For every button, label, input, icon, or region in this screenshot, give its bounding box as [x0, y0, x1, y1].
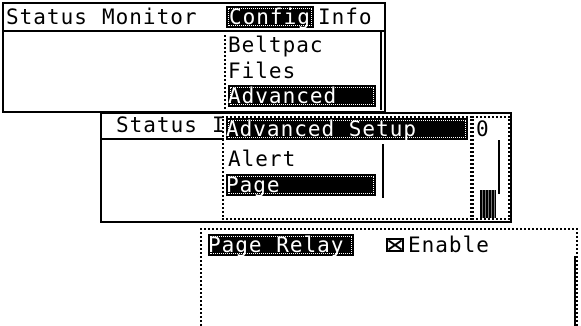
submenu-item-alert[interactable]: Alert — [228, 148, 296, 170]
panel-right-edge — [574, 256, 576, 326]
dropdown-scroll-edge — [380, 30, 382, 110]
side-value: 0 — [476, 117, 490, 141]
dropdown-item-advanced[interactable]: Advanced — [228, 85, 376, 107]
menu-monitor[interactable]: Monitor — [102, 6, 198, 28]
panel-title: Page Relay — [208, 234, 354, 256]
submenu-title: Advanced Setup — [226, 118, 468, 140]
enable-checkbox-icon[interactable] — [386, 238, 404, 252]
enable-checkbox-label[interactable]: Enable — [408, 234, 490, 256]
menu-status[interactable]: Status — [6, 6, 88, 28]
dropdown-item-beltpac[interactable]: Beltpac — [228, 34, 324, 56]
side-scroll-track — [498, 140, 500, 194]
menu-info[interactable]: Info — [318, 6, 373, 28]
submenu-scroll-edge — [382, 144, 384, 198]
side-scroll-thumb[interactable] — [480, 190, 496, 218]
menu-status-2[interactable]: Status — [116, 114, 198, 136]
dropdown-item-files[interactable]: Files — [228, 60, 296, 82]
menu-config[interactable]: Config — [226, 6, 314, 28]
menubar-divider-2 — [100, 138, 224, 140]
submenu-item-page[interactable]: Page — [226, 174, 376, 196]
